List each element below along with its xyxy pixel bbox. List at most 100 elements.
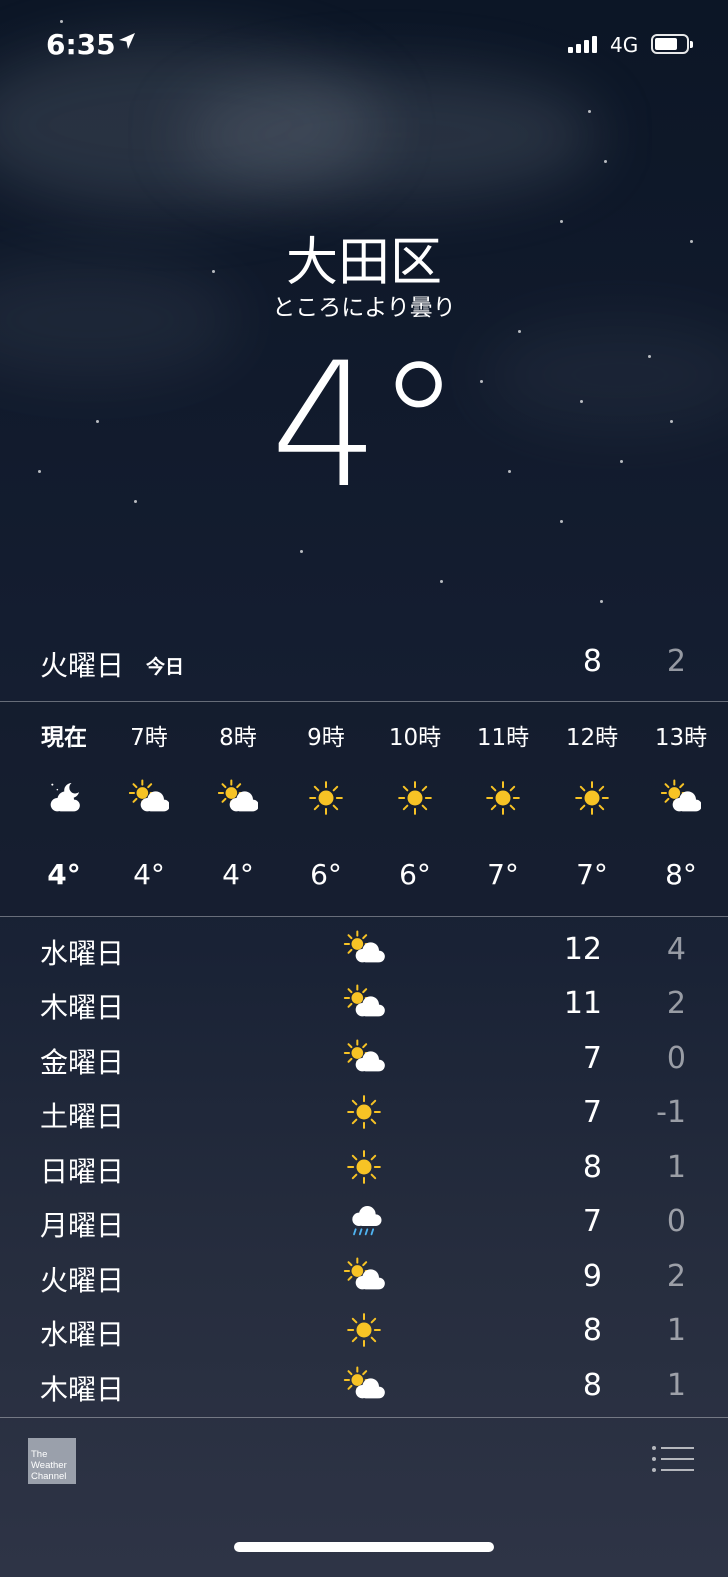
daily-day: 木曜日 [40,991,125,1024]
hourly-time: 10時 [388,725,442,751]
hourly-item: 9時 6° [286,702,366,916]
sun-icon [398,781,432,815]
daily-low: 1 [666,1150,686,1185]
daily-high: 7 [582,1204,602,1239]
hourly-temp: 4° [222,858,254,891]
daily-row: 水曜日 12 4 [0,922,728,976]
daily-low: 4 [666,932,686,967]
daily-row: 木曜日 11 2 [0,976,728,1030]
daily-high: 8 [582,1313,602,1348]
daily-low: -1 [656,1095,686,1130]
hourly-time: 9時 [307,725,345,751]
daily-high: 12 [563,932,602,967]
hourly-item: 11時 7° [463,702,543,916]
daily-day: 木曜日 [40,1373,125,1406]
sun-icon [309,781,343,815]
daily-day: 日曜日 [40,1155,125,1188]
daily-low: 2 [666,986,686,1021]
home-indicator[interactable] [234,1542,494,1552]
daily-high: 8 [582,1368,602,1403]
hourly-temp: 7° [576,858,608,891]
daily-day: 金曜日 [40,1046,125,1079]
daily-row: 木曜日 8 1 [0,1358,728,1412]
star [518,330,521,333]
status-bar: 6:35 4G [0,0,728,90]
list-icon[interactable] [650,1444,696,1474]
hourly-time: 11時 [476,725,530,751]
sun-cloud-icon [343,930,385,963]
sun-cloud-icon [661,779,701,812]
daily-row: 火曜日 9 2 [0,1249,728,1303]
sun-cloud-icon [343,1257,385,1290]
star [600,600,603,603]
sun-icon [347,1095,381,1129]
daily-low: 1 [666,1313,686,1348]
hourly-time: 12時 [565,725,619,751]
hourly-time: 現在 [41,725,87,751]
hourly-temp: 4° [47,858,81,891]
daily-high: 7 [582,1095,602,1130]
daily-day: 水曜日 [40,1318,125,1351]
sun-icon [347,1313,381,1347]
star [440,580,443,583]
hourly-item: 12時 7° [552,702,632,916]
status-time: 6:35 [46,28,116,61]
daily-day: 火曜日 [40,1264,125,1297]
sun-icon [486,781,520,815]
hourly-temp: 6° [310,858,342,891]
hourly-item: 13時 8° [641,702,721,916]
weather-channel-logo[interactable]: The Weather Channel [28,1438,76,1484]
current-temperature: 4° [270,325,461,526]
battery-icon [651,34,693,54]
daily-day: 月曜日 [40,1209,125,1242]
daily-high: 9 [582,1259,602,1294]
daily-day: 土曜日 [40,1100,125,1133]
hourly-item: 現在 4° [24,702,104,916]
divider [0,916,728,917]
daily-high: 7 [582,1041,602,1076]
hourly-temp: 8° [665,858,697,891]
sun-cloud-icon [343,984,385,1017]
cellular-signal-icon [568,36,597,53]
star [300,550,303,553]
hourly-temp: 6° [399,858,431,891]
today-label: 今日 [146,656,185,678]
daily-high: 11 [563,986,602,1021]
daily-row: 水曜日 8 1 [0,1303,728,1357]
daily-row: 日曜日 8 1 [0,1140,728,1194]
daily-row: 土曜日 7 -1 [0,1085,728,1139]
daily-low: 2 [666,1259,686,1294]
hourly-item: 7時 4° [109,702,189,916]
star [560,520,563,523]
hourly-item: 8時 4° [198,702,278,916]
sun-icon [347,1150,381,1184]
sun-cloud-icon [343,1366,385,1399]
rain-cloud-icon [352,1206,382,1236]
today-day: 火曜日 [40,649,125,682]
sun-icon [575,781,609,815]
hourly-forecast[interactable]: 現在 4° 7時 4° 8時 4° 9時 6° 10時 6° 11時 7° 12… [0,702,728,916]
hourly-temp: 7° [487,858,519,891]
daily-row: 月曜日 7 0 [0,1194,728,1248]
location-arrow-icon [119,33,135,49]
today-row: 火曜日 今日 8 2 [0,640,728,700]
divider [0,1417,728,1418]
daily-low: 1 [666,1368,686,1403]
weather-condition: ところにより曇り [272,295,456,321]
daily-low: 0 [666,1204,686,1239]
daily-row: 金曜日 7 0 [0,1031,728,1085]
moon-cloud-icon [50,783,80,812]
network-type: 4G [610,33,639,57]
hourly-item: 10時 6° [375,702,455,916]
hourly-time: 8時 [219,725,257,751]
sun-cloud-icon [218,779,258,812]
sun-cloud-icon [343,1039,385,1072]
city-name: 大田区 [285,233,442,293]
daily-high: 8 [582,1150,602,1185]
hourly-temp: 4° [133,858,165,891]
daily-low: 0 [666,1041,686,1076]
today-high: 8 [582,644,602,679]
star [588,110,591,113]
daily-forecast[interactable]: 水曜日 12 4 木曜日 11 2 金曜日 7 0 土曜日 7 -1 日曜日 8… [0,918,728,1418]
daily-day: 水曜日 [40,937,125,970]
